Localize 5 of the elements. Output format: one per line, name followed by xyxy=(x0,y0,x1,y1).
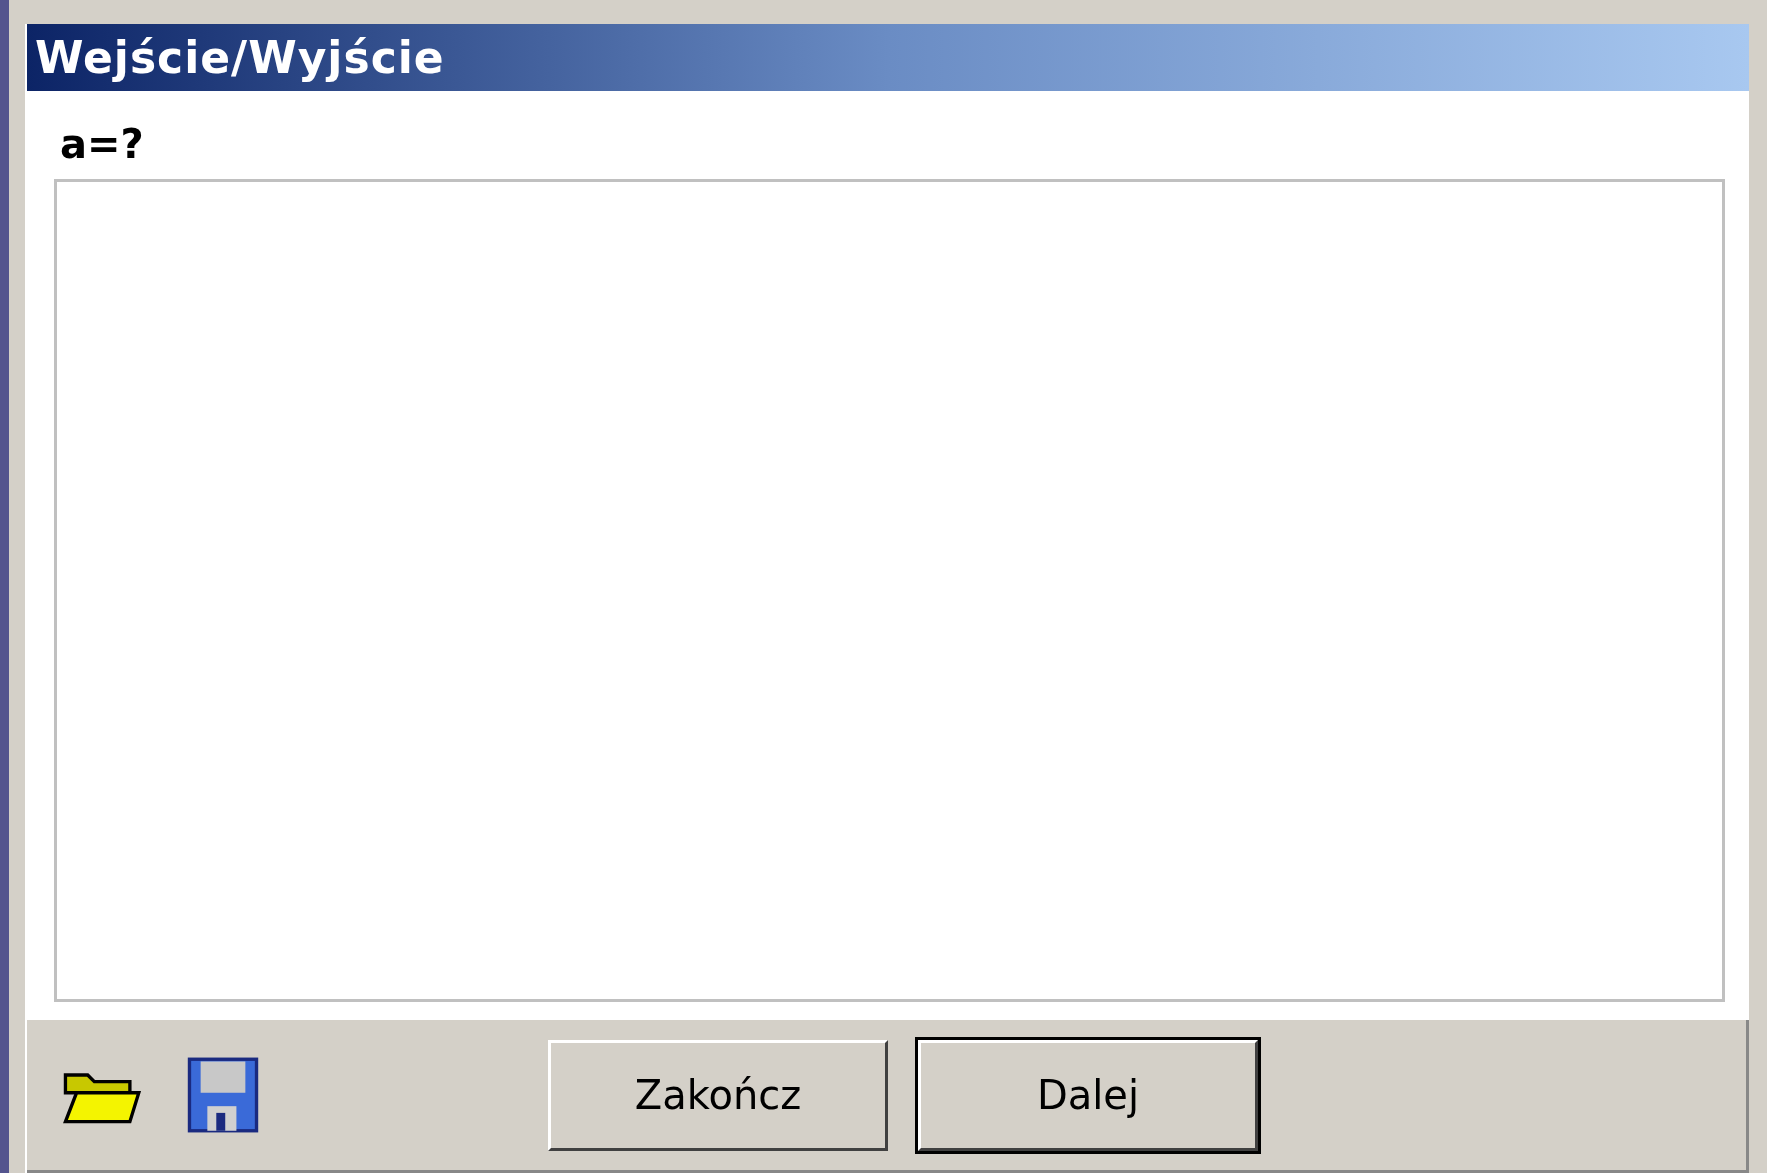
window-title: Wejście/Wyjście xyxy=(35,32,445,83)
dialog-button[interactable]: Zakończ xyxy=(548,1039,888,1151)
dialog-button[interactable]: Dalej xyxy=(918,1039,1258,1151)
prompt-label: a=? xyxy=(59,121,145,167)
input-field[interactable] xyxy=(54,179,1725,1002)
